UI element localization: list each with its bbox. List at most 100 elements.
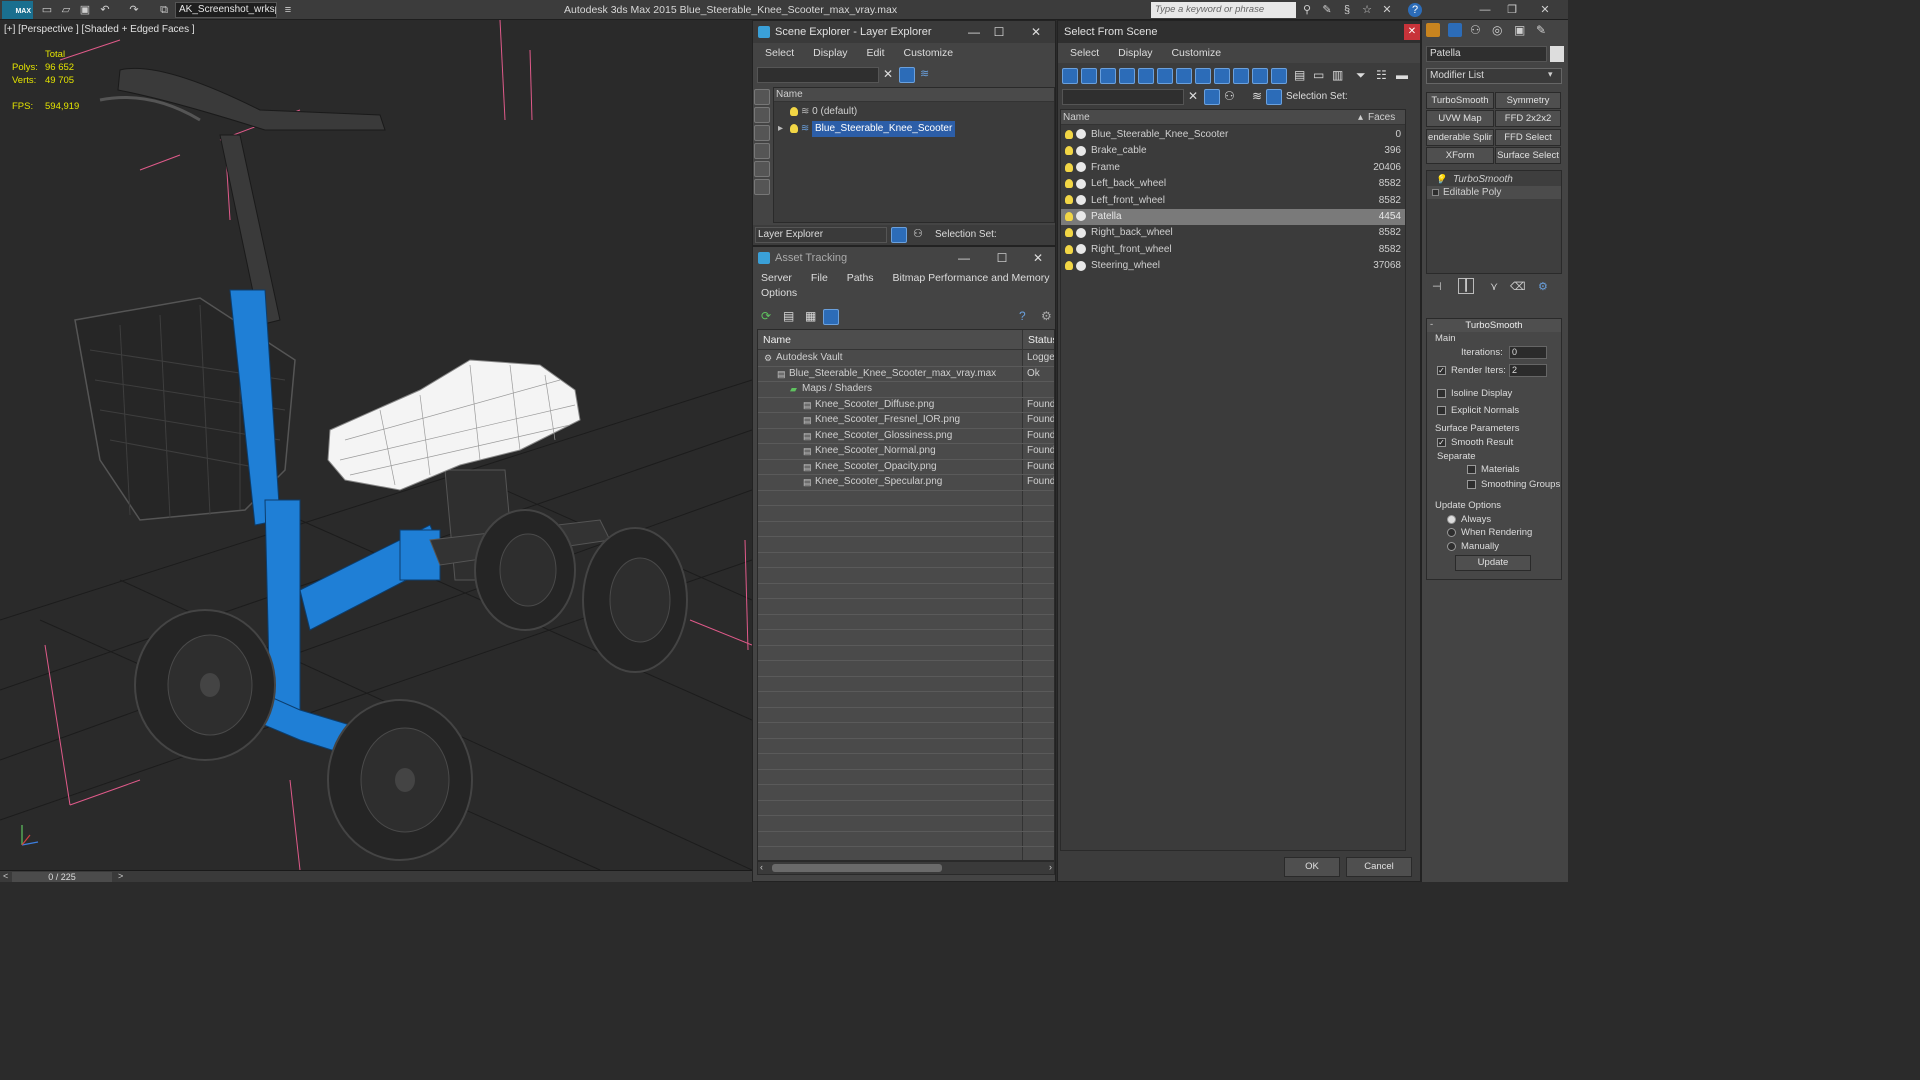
lightbulb-icon[interactable]: [1065, 195, 1073, 205]
display-shapes-icon[interactable]: [1081, 68, 1097, 84]
isoline-display-checkbox[interactable]: [1437, 389, 1446, 398]
tools-icon[interactable]: ✎: [1320, 3, 1334, 17]
lightbulb-icon[interactable]: [1065, 129, 1073, 139]
display-helpers-icon[interactable]: [1138, 68, 1154, 84]
update-when-rendering-radio[interactable]: [1447, 528, 1456, 537]
minimize-icon[interactable]: —: [963, 21, 985, 43]
explorer-type-dropdown[interactable]: Layer Explorer: [755, 227, 887, 243]
lightbulb-icon[interactable]: [790, 106, 798, 116]
lightbulb-icon[interactable]: [1065, 244, 1073, 254]
column-header-name[interactable]: Name: [774, 88, 1054, 102]
thumbnail-view-icon[interactable]: ▦: [805, 309, 816, 323]
display-bones-icon[interactable]: [1214, 68, 1230, 84]
utilities-tab-icon[interactable]: ✎: [1536, 23, 1546, 37]
close-icon[interactable]: ✕: [1538, 3, 1552, 17]
modifier-list-dropdown[interactable]: Modifier List: [1426, 68, 1562, 84]
table-row[interactable]: ▤ Knee_Scooter_Diffuse.png Found: [758, 397, 1054, 413]
display-containers-icon[interactable]: [1233, 68, 1249, 84]
favorites-star-icon[interactable]: ☆: [1360, 3, 1374, 17]
display-none-icon[interactable]: ▭: [1313, 68, 1324, 82]
table-row[interactable]: ▤ Knee_Scooter_Opacity.png Found: [758, 459, 1054, 475]
ok-button[interactable]: OK: [1284, 857, 1340, 877]
menu-display[interactable]: Display: [1110, 43, 1160, 63]
workspace-dropdown[interactable]: AK_Screenshot_wrksp: [175, 2, 277, 18]
close-icon[interactable]: ✕: [1404, 24, 1420, 40]
table-view-icon[interactable]: [823, 309, 839, 325]
object-row[interactable]: Blue_Steerable_Knee_Scooter 0: [1061, 127, 1405, 143]
lightbulb-icon[interactable]: 💡: [1435, 173, 1446, 186]
layer-row[interactable]: ≋ 0 (default): [774, 104, 1054, 120]
subscription-icon[interactable]: §: [1340, 3, 1354, 17]
filter-options-icon[interactable]: ☷: [1376, 68, 1387, 82]
table-row[interactable]: ▤ Knee_Scooter_Fresnel_IOR.png Found: [758, 412, 1054, 428]
lightbulb-icon[interactable]: [1065, 228, 1073, 238]
configure-sets-icon[interactable]: ⚙: [1538, 280, 1548, 293]
object-name-field[interactable]: Patella: [1426, 46, 1547, 62]
perspective-viewport[interactable]: [+] [Perspective ] [Shaded + Edged Faces…: [0, 20, 752, 870]
lightbulb-icon[interactable]: [1065, 211, 1073, 221]
clear-find-icon[interactable]: ✕: [1188, 89, 1198, 103]
symmetry-button[interactable]: Symmetry: [1495, 92, 1561, 109]
undo-icon[interactable]: ↶: [98, 3, 112, 17]
menu-select[interactable]: Select: [1062, 43, 1107, 63]
table-row[interactable]: ▰ Maps / Shaders: [758, 381, 1054, 397]
ffd-select-button[interactable]: FFD Select: [1495, 129, 1561, 146]
menu-select[interactable]: Select: [757, 43, 802, 63]
lightbulb-icon[interactable]: [1065, 261, 1073, 271]
list-view-icon[interactable]: ▤: [783, 309, 794, 323]
stack-item-editable-poly[interactable]: Editable Poly: [1427, 186, 1561, 199]
menu-edit[interactable]: Edit: [858, 43, 892, 63]
maximize-icon[interactable]: ☐: [988, 21, 1010, 43]
ffd-2x2x2-button[interactable]: FFD 2x2x2: [1495, 110, 1561, 127]
display-tab-icon[interactable]: ▣: [1514, 23, 1525, 37]
uvw-map-button[interactable]: UVW Map: [1426, 110, 1494, 127]
filter-icon[interactable]: ⏷: [1356, 68, 1366, 83]
time-slider[interactable]: 0 / 225: [12, 872, 112, 882]
lightbulb-icon[interactable]: [1065, 162, 1073, 172]
explicit-normals-checkbox[interactable]: [1437, 406, 1446, 415]
restore-icon[interactable]: ❐: [1505, 3, 1519, 17]
menu-file[interactable]: File: [803, 269, 836, 287]
cancel-button[interactable]: Cancel: [1346, 857, 1412, 877]
column-header-name[interactable]: Name: [1063, 110, 1090, 125]
table-row[interactable]: ⚙Autodesk Vault Logged: [758, 350, 1054, 366]
sort-arrow-icon[interactable]: ▴: [1358, 110, 1363, 125]
search-input[interactable]: Type a keyword or phrase: [1151, 2, 1296, 18]
object-row[interactable]: Right_front_wheel 8582: [1061, 242, 1405, 258]
table-row[interactable]: ▤ Blue_Steerable_Knee_Scooter_max_vray.ma…: [758, 366, 1054, 382]
display-spacewarps-icon[interactable]: [1157, 68, 1173, 84]
column-header-status[interactable]: Status: [1028, 330, 1054, 350]
find-input[interactable]: [757, 67, 879, 83]
hierarchy-icon[interactable]: ⚇: [1224, 89, 1235, 103]
object-row[interactable]: Left_back_wheel 8582: [1061, 176, 1405, 192]
minimize-icon[interactable]: —: [953, 247, 975, 269]
exchange-icon[interactable]: ✕: [1380, 3, 1394, 17]
rollout-title[interactable]: TurboSmooth: [1427, 319, 1561, 332]
project-folder-icon[interactable]: ⧉: [157, 3, 171, 17]
display-groups-icon[interactable]: [1176, 68, 1192, 84]
object-row[interactable]: Brake_cable 396: [1061, 143, 1405, 159]
display-cameras-icon[interactable]: [754, 161, 770, 177]
layer-stack-icon[interactable]: ≋: [920, 67, 929, 80]
close-icon[interactable]: ✕: [1025, 21, 1047, 43]
expand-arrow-icon[interactable]: ▸: [778, 123, 783, 134]
surface-select-button[interactable]: Surface Select: [1495, 147, 1561, 164]
display-hidden-icon[interactable]: [1271, 68, 1287, 84]
filter-icon[interactable]: [899, 67, 915, 83]
selection-set-icon[interactable]: [1266, 89, 1282, 105]
maximize-icon[interactable]: ☐: [991, 247, 1013, 269]
remove-modifier-icon[interactable]: ⌫: [1510, 280, 1526, 293]
open-file-icon[interactable]: ▱: [59, 3, 73, 17]
object-row[interactable]: Right_back_wheel 8582: [1061, 225, 1405, 241]
motion-tab-icon[interactable]: ◎: [1492, 23, 1502, 37]
render-iters-spinner[interactable]: 2: [1509, 364, 1547, 377]
binoculars-icon[interactable]: ⚲: [1300, 3, 1314, 17]
smooth-result-checkbox[interactable]: ✓: [1437, 438, 1446, 447]
prev-frame-button[interactable]: <: [3, 871, 8, 881]
object-row[interactable]: Frame 20406: [1061, 160, 1405, 176]
chevron-down-icon[interactable]: ▾: [1548, 69, 1553, 80]
lightbulb-icon[interactable]: [789, 123, 798, 133]
display-all-icon[interactable]: ▤: [1294, 68, 1305, 82]
update-manually-radio[interactable]: [1447, 542, 1456, 551]
smoothing-groups-checkbox[interactable]: [1467, 480, 1476, 489]
